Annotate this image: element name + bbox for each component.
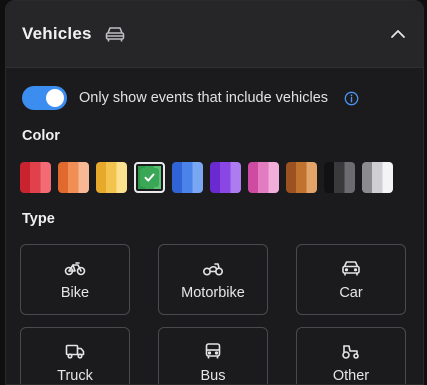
type-card-motorbike[interactable]: Motorbike (158, 244, 268, 315)
vehicle-filter-toggle[interactable] (22, 86, 67, 110)
type-card-label: Bus (200, 367, 226, 384)
type-card-other[interactable]: Other (296, 327, 406, 384)
vehicle-type-grid: Bike Motorbike Car Truck Bus Other (20, 244, 406, 384)
car-outline-icon (104, 25, 126, 43)
color-swatch-pink[interactable] (248, 162, 279, 193)
bicycle-icon (64, 259, 86, 277)
color-swatch-red[interactable] (20, 162, 51, 193)
type-card-label: Bike (60, 284, 90, 301)
tractor-icon (340, 342, 362, 360)
vehicle-filter-label: Only show events that include vehicles (79, 90, 329, 106)
header-left: Vehicles (22, 24, 126, 44)
color-swatch-blue[interactable] (172, 162, 203, 193)
type-card-label: Truck (57, 367, 93, 384)
color-swatch-green[interactable] (134, 162, 165, 193)
checkmark-icon (140, 168, 159, 187)
type-card-label: Motorbike (181, 284, 245, 301)
type-card-truck[interactable]: Truck (20, 327, 130, 384)
type-section-label: Type (22, 211, 55, 227)
color-swatch-brown[interactable] (286, 162, 317, 193)
type-card-label: Other (332, 367, 370, 384)
car-icon (340, 259, 362, 277)
color-swatch-black[interactable] (324, 162, 355, 193)
type-card-bike[interactable]: Bike (20, 244, 130, 315)
color-swatches (20, 162, 393, 193)
chevron-up-icon[interactable] (389, 25, 407, 43)
color-swatch-yellow[interactable] (96, 162, 127, 193)
type-card-car[interactable]: Car (296, 244, 406, 315)
truck-icon (64, 342, 86, 360)
type-card-bus[interactable]: Bus (158, 327, 268, 384)
type-card-label: Car (339, 284, 363, 301)
bus-icon (202, 342, 224, 360)
vehicles-panel: Vehicles Only show events that include v… (5, 0, 424, 385)
color-section-label: Color (22, 128, 60, 144)
motorbike-icon (202, 259, 224, 277)
color-swatch-orange[interactable] (58, 162, 89, 193)
panel-title: Vehicles (22, 24, 92, 43)
color-swatch-purple[interactable] (210, 162, 241, 193)
toggle-knob (46, 89, 64, 107)
info-icon[interactable] (344, 91, 359, 106)
color-swatch-white[interactable] (362, 162, 393, 193)
panel-header[interactable]: Vehicles (6, 1, 423, 68)
vehicle-filter-row: Only show events that include vehicles (22, 86, 359, 110)
